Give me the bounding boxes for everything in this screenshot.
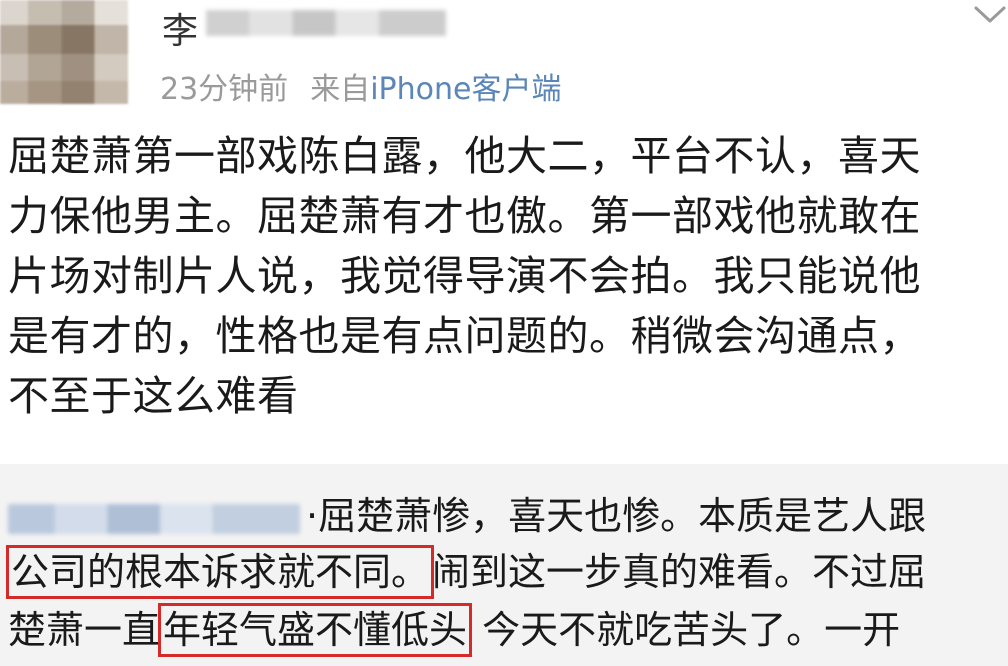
post-body-line: 力保他男主。屈楚萧有才也傲。第一部戏他就敢在 [8, 192, 921, 240]
highlighted-phrase: 年轻气盛不懂低头 [158, 603, 473, 657]
avatar[interactable] [0, 0, 128, 104]
post-body-line: 片场对制片人说，我觉得导演不会拍。我只能说他 [8, 252, 921, 300]
username-blurred [206, 10, 446, 36]
username-visible-char: 李 [162, 11, 199, 52]
post-body: 屈楚萧第一部戏陈白露，他大二，平台不认，喜天 力保他男主。屈楚萧有才也傲。第一部… [8, 126, 998, 426]
highlighted-phrase: 公司的根本诉求就不同。 [6, 545, 435, 599]
post-meta: 23分钟前 来自iPhone客户端 [160, 70, 561, 110]
comment-line-2: 公司的根本诉求就不同。闹到这一步真的难看。不过屈 [6, 544, 927, 600]
post-source-link[interactable]: iPhone客户端 [370, 72, 561, 107]
comment-line-1: ·屈楚萧惨，喜天也惨。本质是艺人跟 [8, 488, 926, 544]
chevron-down-icon[interactable] [972, 2, 1008, 26]
post-time: 23分钟前 [160, 72, 289, 107]
source-prefix: 来自 [310, 72, 371, 107]
comment-text: 楚萧一直 [8, 608, 161, 652]
post-body-line: 是有才的，性格也是有点问题的。稍微会沟通点， [8, 312, 921, 360]
comment-text: ·屈楚萧惨，喜天也惨。本质是艺人跟 [306, 494, 927, 538]
comment-text: 闹到这一步真的难看。不过屈 [432, 550, 927, 594]
comment-line-3: 楚萧一直年轻气盛不懂低头 今天不就吃苦头了。一开 [8, 602, 900, 658]
username[interactable]: 李 [150, 0, 470, 52]
comment-text: 今天不就吃苦头了。一开 [470, 608, 901, 652]
post-body-line: 不至于这么难看 [8, 372, 299, 420]
post-body-line: 屈楚萧第一部戏陈白露，他大二，平台不认，喜天 [8, 132, 921, 180]
commenter-name-blurred[interactable] [8, 503, 300, 534]
